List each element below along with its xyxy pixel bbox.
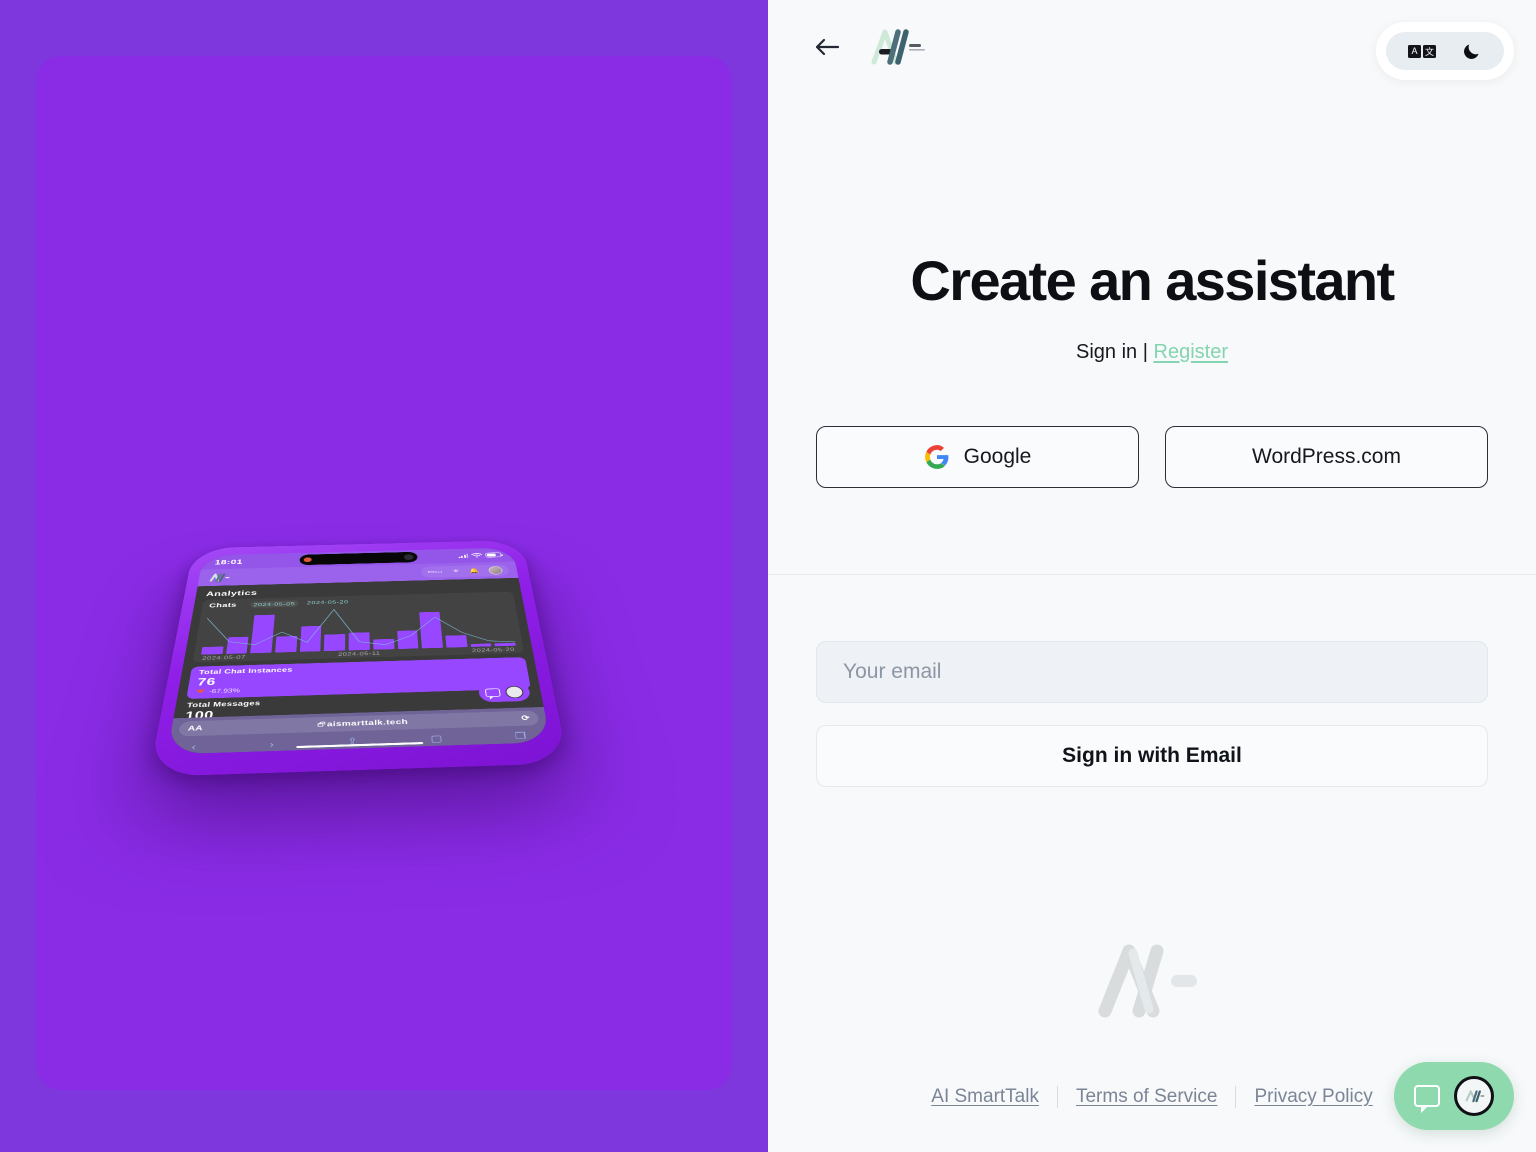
front-camera-icon — [403, 554, 414, 561]
back-arrow-icon[interactable] — [810, 30, 844, 64]
footer-link-privacy[interactable]: Privacy Policy — [1236, 1086, 1390, 1108]
auth-main: Create an assistant Sign in | Register G… — [768, 248, 1536, 1021]
aismarttalk-logo-icon — [871, 29, 925, 65]
oauth-buttons: Google WordPress.com — [816, 426, 1488, 488]
reload-icon[interactable]: ⟳ — [521, 714, 531, 722]
wifi-icon — [471, 553, 483, 558]
footer-link-terms[interactable]: Terms of Service — [1058, 1086, 1235, 1108]
wordpress-signin-label: WordPress.com — [1252, 445, 1401, 468]
header-toggles: A 文 — [1376, 22, 1514, 80]
chats-chart-card: Chats 2024-05-05 2024-05-20 2024-05-07 2… — [192, 591, 525, 663]
phone-status-icons — [458, 552, 502, 558]
assistant-avatar-icon — [1454, 1076, 1494, 1116]
stat-delta-text: -67.93% — [208, 686, 241, 695]
x-label: 2024-05-07 — [201, 653, 247, 662]
battery-icon — [485, 552, 502, 558]
page-title: Create an assistant — [910, 249, 1395, 312]
cards-icon[interactable]: ▭▭ — [427, 569, 443, 575]
auth-header: A 文 — [768, 0, 1536, 96]
section-divider — [768, 574, 1536, 575]
sun-icon[interactable]: ☀ — [452, 568, 460, 574]
google-signin-button[interactable]: Google — [816, 426, 1139, 488]
moon-icon[interactable] — [1462, 41, 1482, 61]
signal-bars-icon — [458, 553, 469, 558]
x-label: 2024-05-11 — [337, 650, 381, 658]
x-label: 2024-05-20 — [471, 646, 516, 654]
lock-icon — [317, 722, 324, 727]
email-field[interactable] — [816, 641, 1488, 703]
trend-down-icon — [195, 689, 206, 694]
phone-screen: 18:01 ▭▭ ☀ 🔔 Analytics Chats 2024-05-05 … — [166, 547, 551, 755]
aismarttalk-watermark-icon — [1098, 944, 1197, 1018]
assistant-avatar-icon — [504, 685, 525, 699]
phone-chat-widget[interactable] — [477, 682, 532, 703]
phone-mockup-stage: 18:01 ▭▭ ☀ 🔔 Analytics Chats 2024-05-05 … — [148, 380, 630, 810]
signin-label[interactable]: Sign in — [1076, 341, 1137, 363]
google-icon — [924, 444, 950, 470]
signin-with-email-button[interactable]: Sign in with Email — [816, 725, 1488, 787]
translate-icon[interactable]: A 文 — [1408, 44, 1436, 58]
phone-status-time: 18:01 — [214, 557, 244, 566]
auth-panel: A 文 Create an assistant Sign in | Regist… — [768, 0, 1536, 1152]
wordpress-signin-button[interactable]: WordPress.com — [1165, 426, 1488, 488]
recording-dot-icon — [303, 557, 312, 563]
phone-avatar[interactable] — [488, 565, 504, 575]
range-start[interactable]: 2024-05-05 — [249, 600, 299, 608]
chart-date-range[interactable]: 2024-05-05 2024-05-20 — [249, 599, 349, 608]
google-signin-label: Google — [963, 445, 1032, 468]
url-text-wrap: aismarttalk.tech — [317, 718, 408, 729]
chart-title: Chats — [208, 602, 238, 610]
separator: | — [1142, 341, 1148, 363]
back-icon[interactable]: ‹ — [191, 741, 197, 752]
translate-glyph-cjk: 文 — [1423, 44, 1436, 58]
phone-app-actions[interactable]: ▭▭ ☀ 🔔 — [420, 564, 510, 578]
promo-panel: 18:01 ▭▭ ☀ 🔔 Analytics Chats 2024-05-05 … — [0, 0, 768, 1152]
toggle-pill: A 文 — [1386, 32, 1504, 70]
bell-icon[interactable]: 🔔 — [469, 568, 480, 574]
dynamic-island — [299, 551, 418, 566]
phone-mockup: 18:01 ▭▭ ☀ 🔔 Analytics Chats 2024-05-05 … — [148, 540, 569, 777]
chat-widget-button[interactable] — [1394, 1062, 1514, 1130]
watermark-logo — [816, 937, 1488, 1021]
phone-app-logo — [205, 573, 231, 582]
aismarttalk-logo-icon — [205, 573, 231, 582]
signin-register-line: Sign in | Register — [816, 341, 1488, 364]
brand-logo[interactable] — [868, 26, 930, 66]
chat-bubble-icon — [484, 688, 501, 698]
forward-icon[interactable]: › — [269, 739, 274, 750]
chart-trend-line — [201, 603, 516, 655]
chat-bubble-icon — [1414, 1085, 1440, 1113]
text-size-button[interactable]: AA — [187, 724, 203, 733]
footer-link-ai-smarttalk[interactable]: AI SmartTalk — [913, 1086, 1057, 1108]
bookmarks-icon[interactable]: ▢ — [430, 733, 443, 745]
tabs-icon[interactable]: ❐ — [514, 730, 527, 741]
url-text: aismarttalk.tech — [326, 717, 409, 729]
range-end[interactable]: 2024-05-20 — [307, 599, 349, 606]
register-link[interactable]: Register — [1154, 341, 1228, 363]
signin-page: 18:01 ▭▭ ☀ 🔔 Analytics Chats 2024-05-05 … — [0, 0, 1536, 1152]
chats-bar-chart — [201, 603, 516, 655]
translate-glyph-a: A — [1408, 44, 1421, 58]
